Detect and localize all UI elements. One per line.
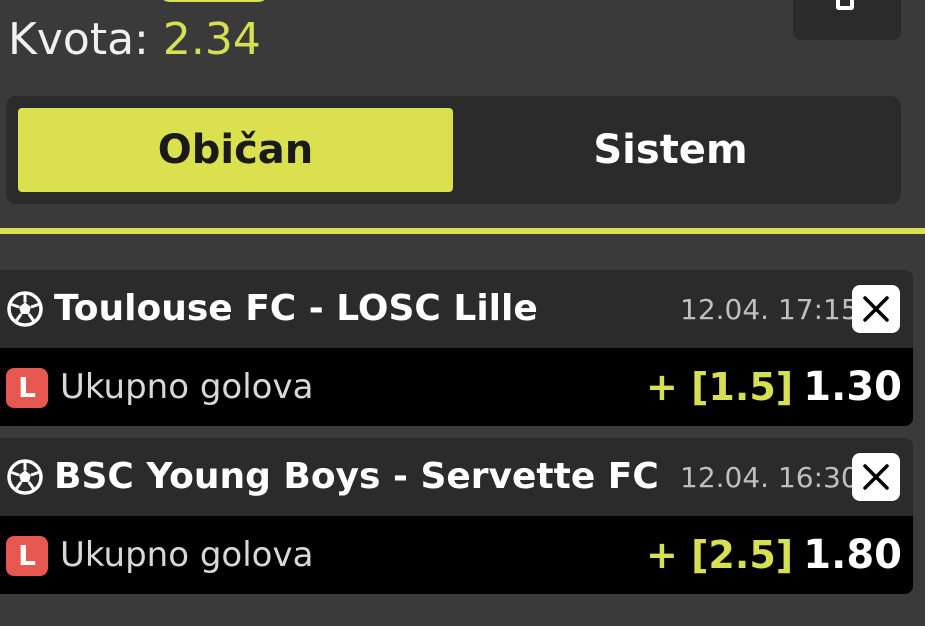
selection-market-row[interactable]: L Ukupno golova + [2.5] 1.80: [0, 516, 913, 594]
top-pill-button[interactable]: [158, 0, 270, 2]
selection-market-row[interactable]: L Ukupno golova + [1.5] 1.30: [0, 348, 913, 426]
match-name: Toulouse FC - LOSC Lille: [54, 288, 538, 329]
tab-system[interactable]: Sistem: [453, 108, 888, 192]
selection-card: BSC Young Boys - Servette FC 12.04. 16:3…: [0, 438, 913, 594]
remove-selection-button[interactable]: [852, 285, 900, 333]
soccer-ball-icon: [7, 459, 43, 495]
soccer-ball-icon: [7, 291, 43, 327]
market-name: Ukupno golova: [60, 367, 314, 407]
selection-card: Toulouse FC - LOSC Lille 12.04. 17:15 L …: [0, 270, 913, 426]
selection-header: BSC Young Boys - Servette FC 12.04. 16:3…: [0, 438, 913, 516]
total-odds: Kvota: 2.34: [8, 12, 261, 68]
copy-icon: [836, 0, 854, 10]
selection-header: Toulouse FC - LOSC Lille 12.04. 17:15: [0, 270, 913, 348]
ticket-type-switch: Običan Sistem: [6, 96, 901, 204]
selection-pick: + [1.5]: [646, 365, 794, 409]
live-badge: L: [6, 368, 48, 408]
match-time: 12.04. 16:30: [680, 461, 859, 494]
close-icon: [863, 464, 889, 490]
total-odds-value: 2.34: [162, 14, 261, 65]
match-time: 12.04. 17:15: [680, 293, 859, 326]
live-badge: L: [6, 536, 48, 576]
tab-simple[interactable]: Običan: [18, 108, 453, 192]
total-odds-label: Kvota:: [8, 14, 163, 65]
divider: [0, 228, 925, 234]
selection-odd: 1.80: [803, 532, 902, 578]
match-name: BSC Young Boys - Servette FC: [54, 456, 659, 497]
close-icon: [863, 296, 889, 322]
selection-pick: + [2.5]: [646, 533, 794, 577]
market-name: Ukupno golova: [60, 535, 314, 575]
selection-odd: 1.30: [803, 364, 902, 410]
remove-selection-button[interactable]: [852, 453, 900, 501]
